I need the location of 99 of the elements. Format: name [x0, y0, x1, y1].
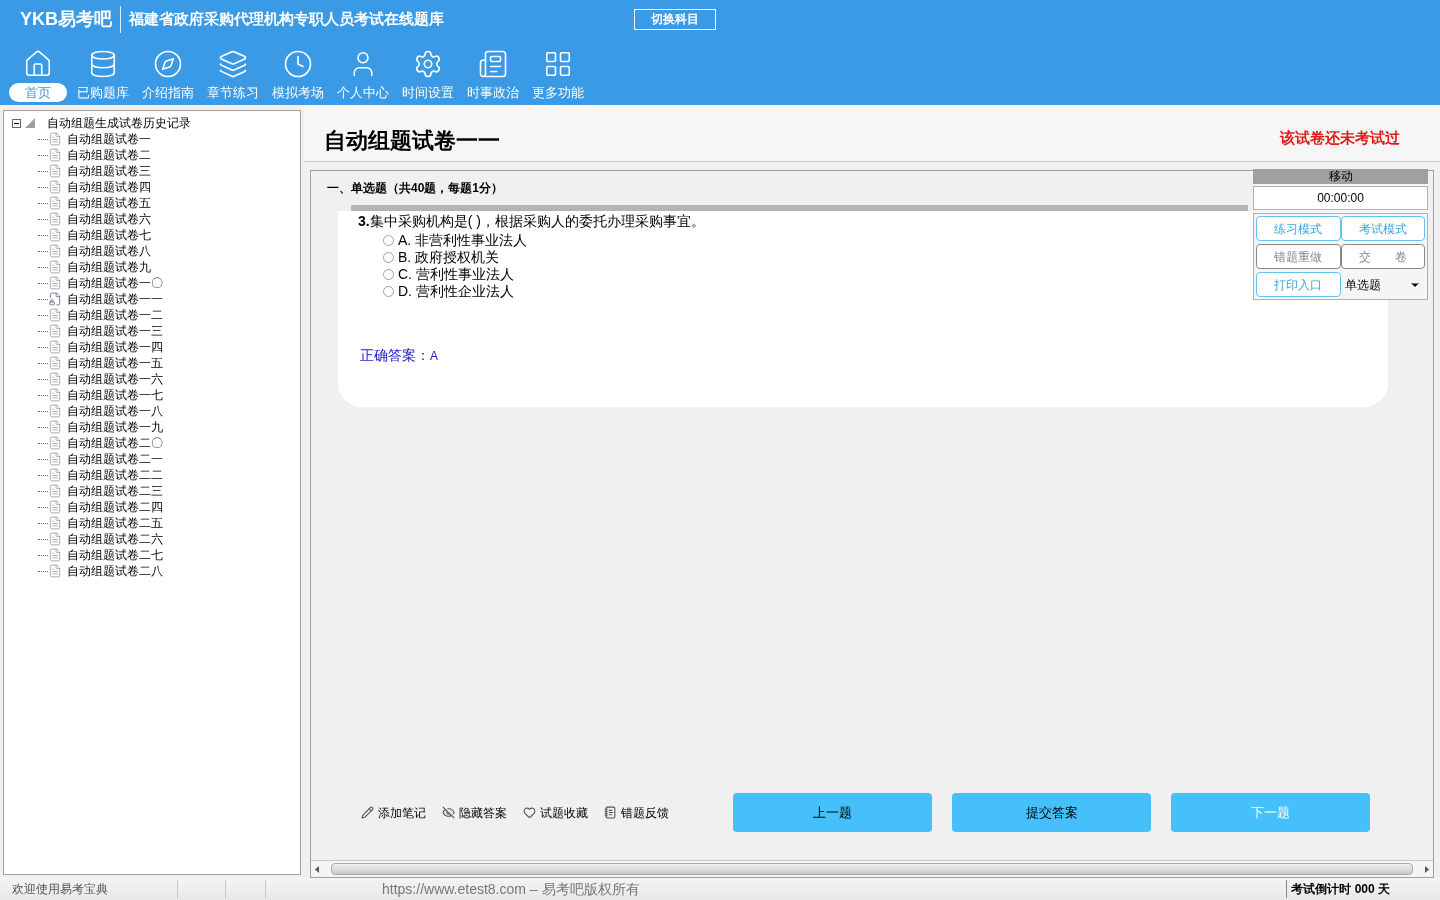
- document-icon: [48, 548, 62, 562]
- nav-button[interactable]: 上一题: [733, 793, 932, 832]
- question-text: 3.集中采购机构是( )，根据采购人的委托办理采购事宜。: [358, 212, 705, 231]
- notebook-icon: [604, 806, 617, 819]
- tree-item[interactable]: 自动组题试卷六: [67, 210, 151, 228]
- document-icon: [48, 276, 62, 290]
- radio-button[interactable]: [383, 269, 394, 280]
- correct-answer: 正确答案：A: [360, 346, 439, 365]
- radio-button[interactable]: [383, 286, 394, 297]
- tree-item[interactable]: 自动组题试卷一五: [67, 354, 163, 372]
- document-icon: [48, 212, 62, 226]
- question-type-select[interactable]: 单选题: [1340, 272, 1425, 297]
- document-icon: [48, 244, 62, 258]
- document-icon: [48, 340, 62, 354]
- document-icon: [48, 372, 62, 386]
- document-icon: [48, 164, 62, 178]
- document-icon: [48, 484, 62, 498]
- document-icon: [48, 196, 62, 210]
- horizontal-scrollbar[interactable]: [311, 860, 1433, 877]
- section-heading: 一、单选题（共40题，每题1分）: [327, 180, 505, 197]
- exam-countdown: 考试倒计时 000 天: [1286, 880, 1390, 898]
- tree-item[interactable]: 自动组题试卷一七: [67, 386, 163, 404]
- eye-off-icon: [442, 806, 455, 819]
- tree-item[interactable]: 自动组题试卷二二: [67, 466, 163, 484]
- nav-button[interactable]: 提交答案: [952, 793, 1151, 832]
- brand-logo: YKB易考吧: [20, 5, 121, 33]
- document-icon: [48, 308, 62, 322]
- tree-item[interactable]: 自动组题试卷一八: [67, 402, 163, 420]
- triangle-icon: [25, 118, 35, 128]
- document-icon: [48, 436, 62, 450]
- document-icon: [48, 324, 62, 338]
- document-icon: [48, 260, 62, 274]
- tree-root[interactable]: 自动组题生成试卷历史记录: [47, 114, 191, 132]
- tree-item[interactable]: 自动组题试卷二一: [67, 450, 163, 468]
- tree-item[interactable]: 自动组题试卷一四: [67, 338, 163, 356]
- panel-button[interactable]: 交 卷: [1340, 244, 1425, 269]
- tree-item[interactable]: 自动组题试卷一〇: [67, 274, 163, 292]
- tree-item[interactable]: 自动组题试卷二四: [67, 498, 163, 516]
- tree-item[interactable]: 自动组题试卷四: [67, 178, 151, 196]
- document-icon: [48, 564, 62, 578]
- tree-item[interactable]: 自动组题试卷二三: [67, 482, 163, 500]
- document-icon: [48, 532, 62, 546]
- document-icon: [48, 420, 62, 434]
- compass-icon: [153, 49, 183, 79]
- tree-item[interactable]: 自动组题试卷八: [67, 242, 151, 260]
- scroll-left-icon[interactable]: [315, 865, 319, 873]
- tree-item[interactable]: 自动组题试卷二六: [67, 530, 163, 548]
- tree-item[interactable]: 自动组题试卷二七: [67, 546, 163, 564]
- document-icon: [48, 404, 62, 418]
- tree-item[interactable]: 自动组题试卷一三: [67, 322, 163, 340]
- tree-item[interactable]: 自动组题试卷二: [67, 146, 151, 164]
- tree-item[interactable]: 自动组题试卷二五: [67, 514, 163, 532]
- tree-item[interactable]: 自动组题试卷一九: [67, 418, 163, 436]
- tree-item[interactable]: 自动组题试卷一六: [67, 370, 163, 388]
- grid-icon: [543, 49, 573, 79]
- timer-display: 00:00:00: [1253, 186, 1428, 210]
- document-icon: [48, 228, 62, 242]
- document-icon: [48, 180, 62, 194]
- document-icon: [48, 468, 62, 482]
- document-icon: [48, 500, 62, 514]
- tool-link[interactable]: 隐藏答案: [442, 803, 507, 822]
- newspaper-icon: [478, 49, 508, 79]
- collapse-toggle[interactable]: [12, 118, 21, 128]
- database-icon: [88, 49, 118, 79]
- document-icon: [48, 148, 62, 162]
- tree-item[interactable]: 自动组题试卷七: [67, 226, 151, 244]
- tool-link[interactable]: 试题收藏: [523, 803, 588, 822]
- radio-button[interactable]: [383, 235, 394, 246]
- document-icon: [48, 356, 62, 370]
- tool-link[interactable]: 添加笔记: [361, 803, 426, 822]
- clock-icon: [283, 49, 313, 79]
- document-icon: [48, 132, 62, 146]
- home-icon: [23, 49, 53, 79]
- layers-icon: [218, 49, 248, 79]
- tree-item[interactable]: 自动组题试卷一一: [67, 290, 163, 308]
- tree-item[interactable]: 自动组题试卷一: [67, 130, 151, 148]
- radio-button[interactable]: [383, 252, 394, 263]
- tree-item[interactable]: 自动组题试卷三: [67, 162, 151, 180]
- document-icon: [48, 452, 62, 466]
- tree-item[interactable]: 自动组题试卷九: [67, 258, 151, 276]
- scroll-right-icon[interactable]: [1425, 865, 1429, 873]
- paper-title: 自动组题试卷一一: [324, 127, 500, 155]
- document-icon: [48, 388, 62, 402]
- drag-handle[interactable]: 移动: [1253, 169, 1428, 184]
- tool-link[interactable]: 错题反馈: [604, 803, 669, 822]
- pencil-icon: [361, 806, 374, 819]
- status-welcome: 欢迎使用易考宝典: [0, 880, 178, 898]
- locked-document-icon: [48, 292, 62, 306]
- heart-icon: [523, 806, 536, 819]
- app-title: 福建省政府采购代理机构专职人员考试在线题库: [128, 8, 444, 29]
- copyright-text: https://www.etest8.com – 易考吧版权所有: [382, 879, 640, 899]
- tree-item[interactable]: 自动组题试卷二八: [67, 562, 163, 580]
- panel-button[interactable]: 错题重做: [1256, 244, 1341, 269]
- tree-item[interactable]: 自动组题试卷一二: [67, 306, 163, 324]
- tree-item[interactable]: 自动组题试卷五: [67, 194, 151, 212]
- settings-icon: [413, 49, 443, 79]
- document-icon: [48, 516, 62, 530]
- tree-item[interactable]: 自动组题试卷二〇: [67, 434, 163, 452]
- exam-status: 该试卷还未考试过: [1280, 127, 1400, 148]
